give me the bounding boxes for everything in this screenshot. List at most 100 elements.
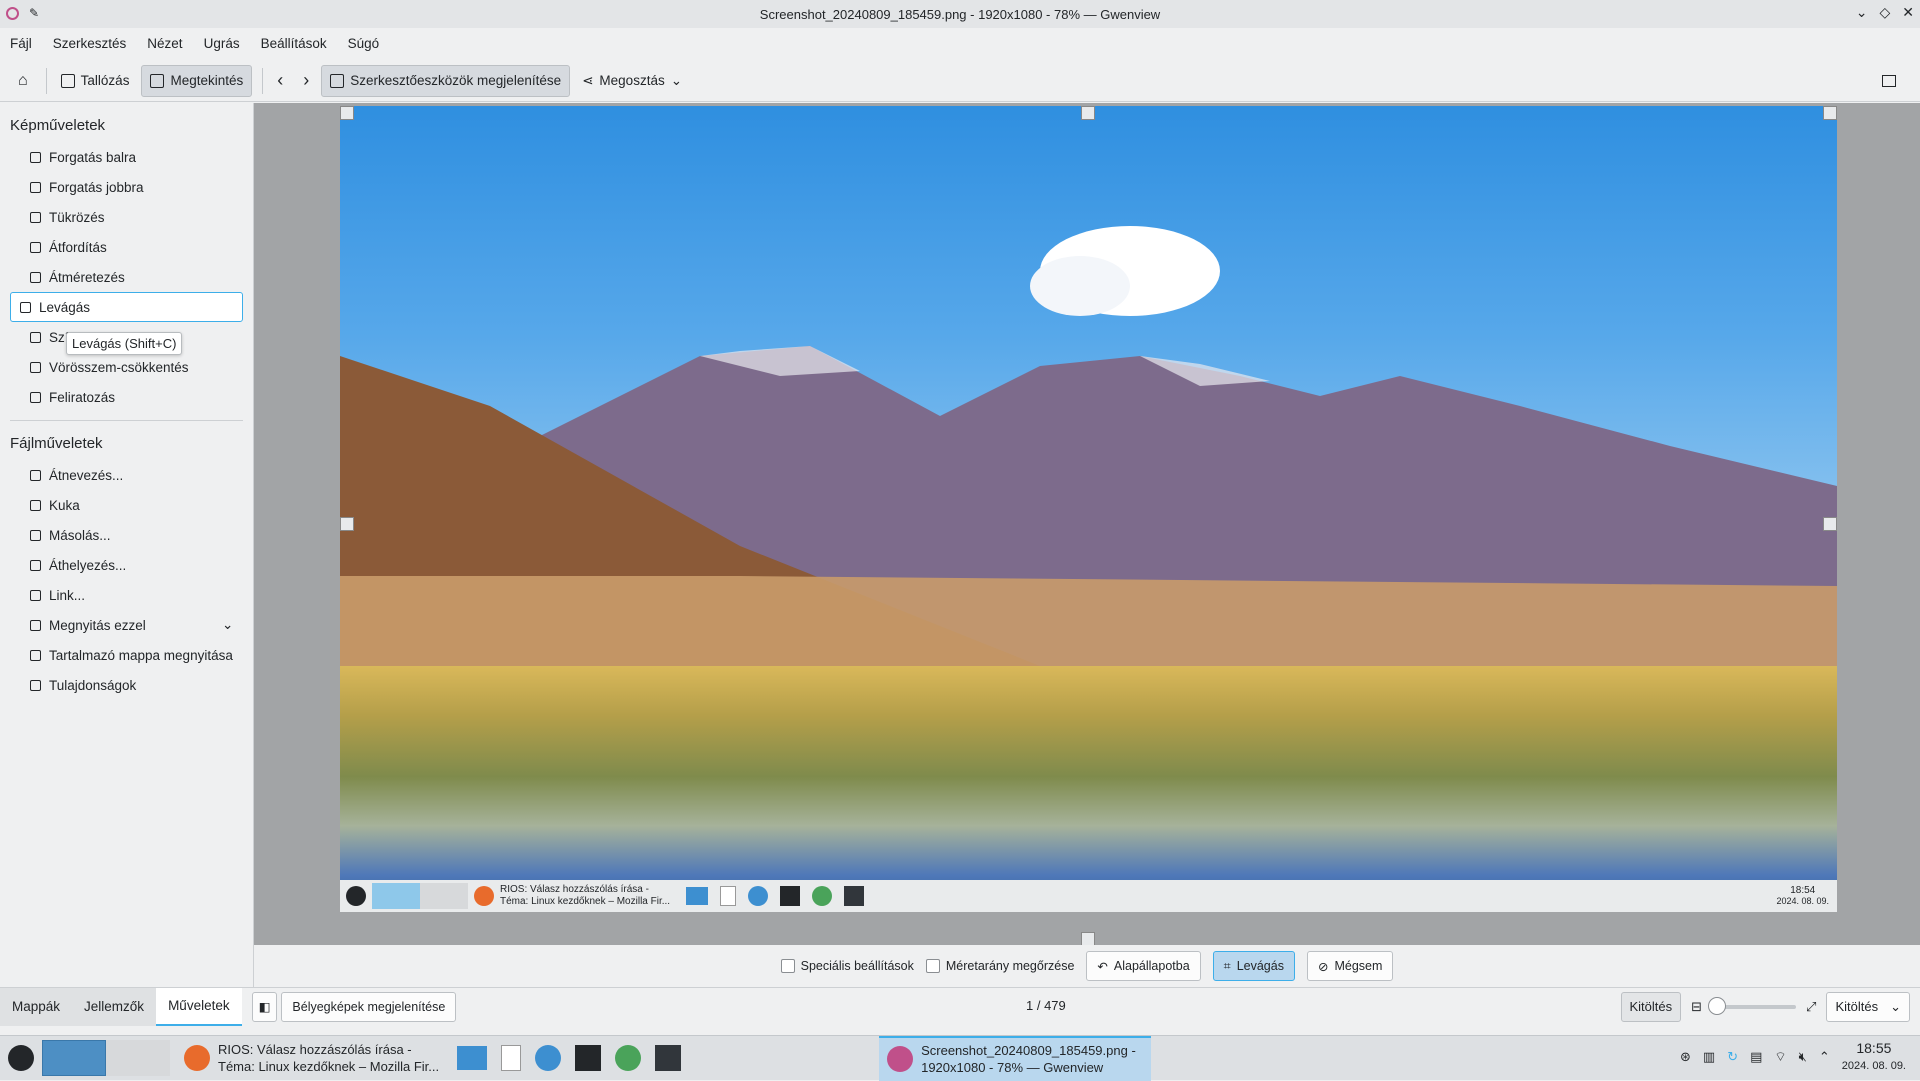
zoom-out-icon[interactable]: ⊟ bbox=[1691, 999, 1702, 1015]
link-item[interactable]: Link... bbox=[10, 580, 243, 610]
crop-handle-right[interactable] bbox=[1823, 517, 1837, 531]
gwenview-icon bbox=[887, 1046, 914, 1072]
crop-handle-top-right[interactable] bbox=[1823, 106, 1837, 120]
chevron-down-icon[interactable]: ⌄ bbox=[222, 617, 233, 633]
minimize-icon[interactable]: ⌄ bbox=[1856, 4, 1868, 21]
wifi-icon[interactable]: ⌔ bbox=[1774, 1049, 1786, 1065]
text-editor-icon[interactable] bbox=[501, 1045, 522, 1071]
fullscreen-button[interactable] bbox=[1874, 65, 1904, 97]
tab-properties[interactable]: Jellemzők bbox=[72, 987, 157, 1026]
copy-item[interactable]: Másolás... bbox=[10, 520, 243, 550]
share-button[interactable]: ⋖ Megosztás ⌄ bbox=[574, 65, 690, 97]
crop-handle-top-left[interactable] bbox=[340, 106, 354, 120]
open-folder-item[interactable]: Tartalmazó mappa megnyitása bbox=[10, 640, 243, 670]
red-eye-label: Vörösszem-csökkentés bbox=[49, 359, 189, 375]
volume-muted-icon[interactable]: 🔇︎ bbox=[1799, 1049, 1807, 1065]
firefox-task[interactable]: RIOS: Válasz hozzászólás írása - Téma: Li… bbox=[176, 1036, 447, 1081]
cancel-button[interactable]: ⊘ Mégsem bbox=[1306, 951, 1394, 981]
checkbox-box bbox=[925, 959, 940, 973]
zoom-in-icon[interactable]: ⤢ bbox=[1806, 999, 1816, 1015]
file-manager-icon[interactable] bbox=[457, 1046, 488, 1070]
keep-ratio-checkbox[interactable]: Méretarány megőrzése bbox=[925, 959, 1074, 973]
menu-go[interactable]: Ugrás bbox=[204, 36, 250, 51]
system-tray: ⊛ ▥ ↻ ▤ ⌔ 🔇︎ ⌃ 18:55 2024. 08. 09. bbox=[1680, 1040, 1906, 1074]
home-button[interactable]: ⌂ bbox=[10, 65, 36, 97]
next-button[interactable]: › bbox=[295, 65, 317, 97]
crop-handle-bottom[interactable] bbox=[1081, 932, 1095, 946]
network-status-icon[interactable]: ⊛ bbox=[1680, 1049, 1691, 1065]
rename-item[interactable]: Átnevezés... bbox=[10, 460, 243, 490]
fill-button[interactable]: Kitöltés bbox=[1620, 991, 1682, 1022]
system-taskbar: RIOS: Válasz hozzászólás írása - Téma: Li… bbox=[0, 1035, 1920, 1081]
advanced-settings-checkbox[interactable]: Speciális beállítások bbox=[780, 959, 914, 973]
annotate-item[interactable]: Feliratozás bbox=[10, 382, 243, 412]
mirror-icon bbox=[30, 211, 41, 223]
menu-settings[interactable]: Beállítások bbox=[261, 36, 337, 51]
crop-handle-top[interactable] bbox=[1081, 106, 1095, 120]
desktop-pager-1[interactable] bbox=[42, 1040, 106, 1076]
folder-icon bbox=[30, 649, 41, 661]
browse-button[interactable]: Tallózás bbox=[53, 65, 138, 97]
red-eye-item[interactable]: Vörösszem-csökkentés bbox=[10, 352, 243, 382]
browse-label: Tallózás bbox=[80, 73, 130, 88]
rename-label: Átnevezés... bbox=[49, 467, 124, 483]
view-button[interactable]: Megtekintés bbox=[141, 64, 253, 97]
browser-icon[interactable] bbox=[535, 1045, 562, 1071]
pin-icon[interactable]: ✎ bbox=[29, 6, 39, 20]
zoom-mode-select[interactable]: Kitöltés ⌄ bbox=[1826, 991, 1910, 1022]
system-settings-icon[interactable] bbox=[575, 1045, 602, 1071]
rotate-right-item[interactable]: Forgatás jobbra bbox=[10, 172, 243, 202]
zoom-slider[interactable] bbox=[1708, 996, 1797, 1015]
main-toolbar: ⌂ Tallózás Megtekintés ‹ › Szerkesztőesz… bbox=[0, 60, 1920, 102]
crop-handle-left[interactable] bbox=[340, 517, 354, 531]
menu-edit[interactable]: Szerkesztés bbox=[53, 36, 137, 51]
properties-item[interactable]: Tulajdonságok bbox=[10, 670, 243, 700]
desktop-pager bbox=[372, 883, 420, 909]
reset-button[interactable]: ↶ Alapállapotba bbox=[1086, 951, 1201, 981]
show-thumbnails-button[interactable]: Bélyegképek megjelenítése bbox=[281, 991, 457, 1022]
zoom-mode-value: Kitöltés bbox=[1835, 999, 1879, 1014]
image-counter: 1 / 479 bbox=[1026, 998, 1066, 1013]
app-icon[interactable] bbox=[615, 1045, 642, 1071]
pencil-icon bbox=[30, 469, 41, 481]
cancel-icon: ⊘ bbox=[1317, 959, 1329, 974]
previous-button[interactable]: ‹ bbox=[269, 65, 291, 97]
share-label: Megosztás bbox=[599, 73, 665, 88]
rotate-left-item[interactable]: Forgatás balra bbox=[10, 142, 243, 172]
chevron-up-icon[interactable]: ⌃ bbox=[1819, 1049, 1830, 1065]
crop-tooltip: Levágás (Shift+C) bbox=[66, 332, 183, 355]
menu-help[interactable]: Súgó bbox=[348, 36, 390, 51]
trash-item[interactable]: Kuka bbox=[10, 490, 243, 520]
menu-file[interactable]: Fájl bbox=[10, 36, 42, 51]
maximize-icon[interactable]: ◇ bbox=[1879, 4, 1890, 21]
terminal-icon bbox=[844, 886, 864, 906]
crop-toolbar: Speciális beállítások Méretarány megőrzé… bbox=[254, 945, 1920, 987]
move-icon bbox=[30, 559, 41, 571]
launcher-icon[interactable] bbox=[8, 1045, 34, 1071]
gwenview-task[interactable]: Screenshot_20240809_185459.png - 1920x108… bbox=[879, 1035, 1152, 1081]
zoom-slider-knob[interactable] bbox=[1708, 996, 1727, 1015]
image-canvas[interactable]: RIOS: Válasz hozzászólás írása - Téma: L… bbox=[340, 106, 1837, 912]
firefox-title-line: Téma: Linux kezdőknek – Mozilla Fir... bbox=[218, 1059, 440, 1074]
tab-operations[interactable]: Műveletek bbox=[156, 987, 242, 1026]
close-icon[interactable]: ✕ bbox=[1902, 4, 1914, 21]
open-with-label: Megnyitás ezzel bbox=[49, 617, 146, 633]
desktop-pager-2[interactable] bbox=[106, 1040, 170, 1076]
open-with-item[interactable]: Megnyitás ezzel ⌄ bbox=[10, 610, 243, 640]
monitor-icon[interactable]: ▥ bbox=[1703, 1049, 1715, 1065]
crop-item[interactable]: Levágás bbox=[10, 292, 243, 322]
toggle-sidebar-button[interactable]: ◧ bbox=[251, 991, 278, 1022]
mirror-item[interactable]: Tükrözés bbox=[10, 202, 243, 232]
flip-item[interactable]: Átfordítás bbox=[10, 232, 243, 262]
clipboard-icon[interactable]: ▤ bbox=[1750, 1049, 1762, 1065]
terminal-icon[interactable] bbox=[655, 1045, 682, 1071]
sync-icon[interactable]: ↻ bbox=[1727, 1049, 1738, 1065]
move-item[interactable]: Áthelyezés... bbox=[10, 550, 243, 580]
show-editing-tools-button[interactable]: Szerkesztőeszközök megjelenítése bbox=[321, 64, 571, 97]
tab-folders[interactable]: Mappák bbox=[0, 987, 73, 1026]
resize-item[interactable]: Átméretezés bbox=[10, 262, 243, 292]
crop-button[interactable]: ⌗ Levágás bbox=[1212, 951, 1295, 981]
menu-view[interactable]: Nézet bbox=[147, 36, 192, 51]
clock[interactable]: 18:55 2024. 08. 09. bbox=[1842, 1040, 1906, 1074]
crop-label: Levágás bbox=[39, 299, 91, 315]
